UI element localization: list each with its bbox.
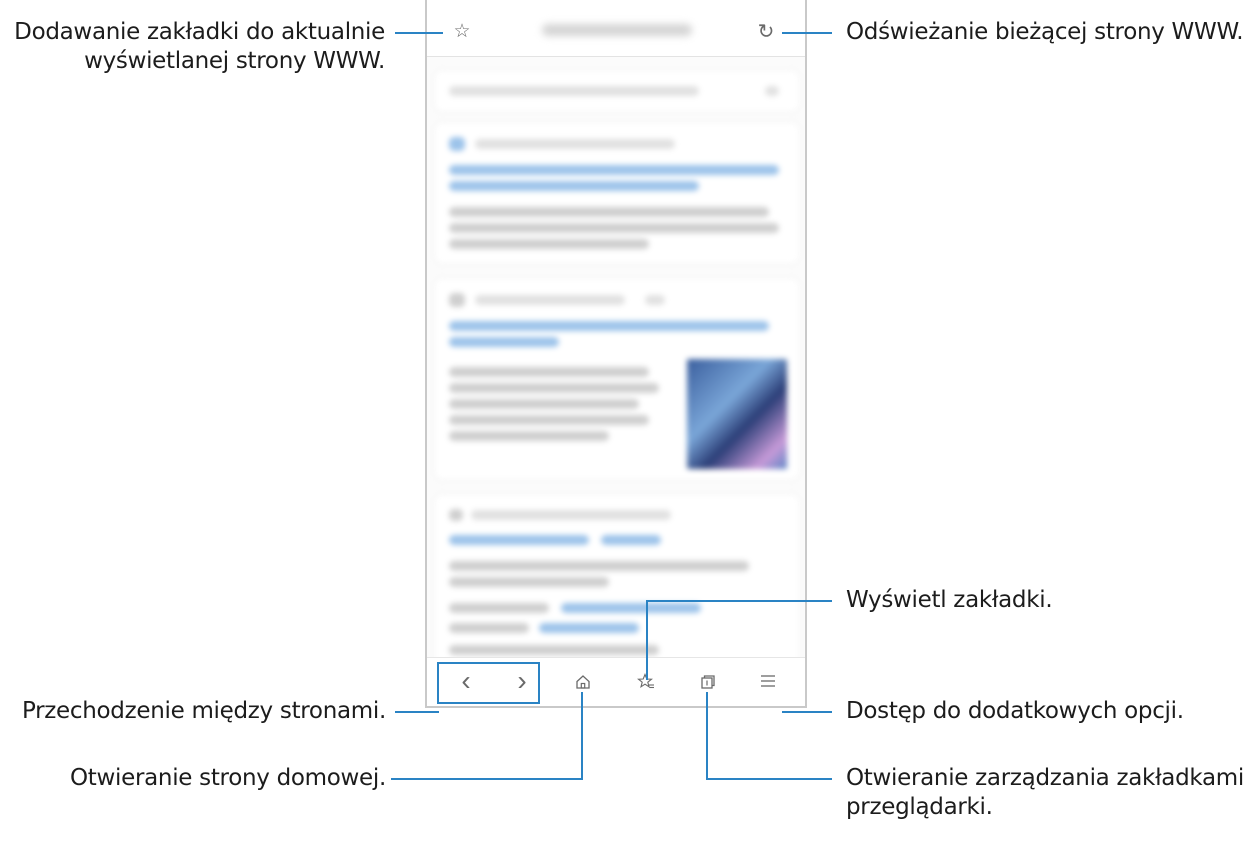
callout-bookmark-add: Dodawanie zakładki do aktualnie wyświetl… xyxy=(14,18,385,76)
address-bar: ☆ ↻ xyxy=(427,0,805,57)
callout-line xyxy=(646,600,832,602)
url-field[interactable] xyxy=(542,24,692,36)
navigation-highlight xyxy=(437,662,540,704)
callout-text: wyświetlanej strony WWW. xyxy=(84,48,385,74)
callout-text: Dodawanie zakładki do aktualnie xyxy=(14,19,385,45)
callout-refresh: Odświeżanie bieżącej strony WWW. xyxy=(846,19,1244,45)
star-outline-icon: ☆ xyxy=(453,20,471,42)
refresh-icon: ↻ xyxy=(757,20,775,43)
callout-line xyxy=(646,600,648,680)
blurred-result-card xyxy=(435,123,799,263)
web-page-content xyxy=(427,57,805,687)
callout-more-options: Dostęp do dodatkowych opcji. xyxy=(846,698,1184,724)
blurred-search-bar xyxy=(435,71,799,111)
callout-tab-manager: Otwieranie zarządzania zakładkami przegl… xyxy=(846,764,1244,822)
blurred-result-card xyxy=(435,279,799,479)
callout-line xyxy=(395,32,443,34)
callout-text: przeglądarki. xyxy=(846,794,993,820)
callout-line xyxy=(706,778,832,780)
refresh-button[interactable]: ↻ xyxy=(753,18,779,44)
callout-line xyxy=(706,692,708,780)
bookmark-add-button[interactable]: ☆ xyxy=(449,18,475,44)
home-icon xyxy=(576,675,590,689)
home-button[interactable] xyxy=(570,669,596,695)
callout-line xyxy=(782,32,832,34)
callout-line xyxy=(782,711,832,713)
menu-icon xyxy=(761,675,775,687)
more-options-button[interactable] xyxy=(755,668,781,694)
callout-line xyxy=(395,711,439,713)
callout-text: Otwieranie zarządzania zakładkami xyxy=(846,765,1245,791)
callout-line xyxy=(581,692,583,780)
callout-line xyxy=(391,778,583,780)
callout-home: Otwieranie strony domowej. xyxy=(70,765,386,791)
tab-manager-button[interactable] xyxy=(695,669,721,695)
tab-manager-icon xyxy=(701,675,715,689)
result-thumbnail xyxy=(687,359,787,469)
callout-view-bookmarks: Wyświetl zakładki. xyxy=(846,587,1053,613)
callout-navigate: Przechodzenie między stronami. xyxy=(21,698,386,724)
